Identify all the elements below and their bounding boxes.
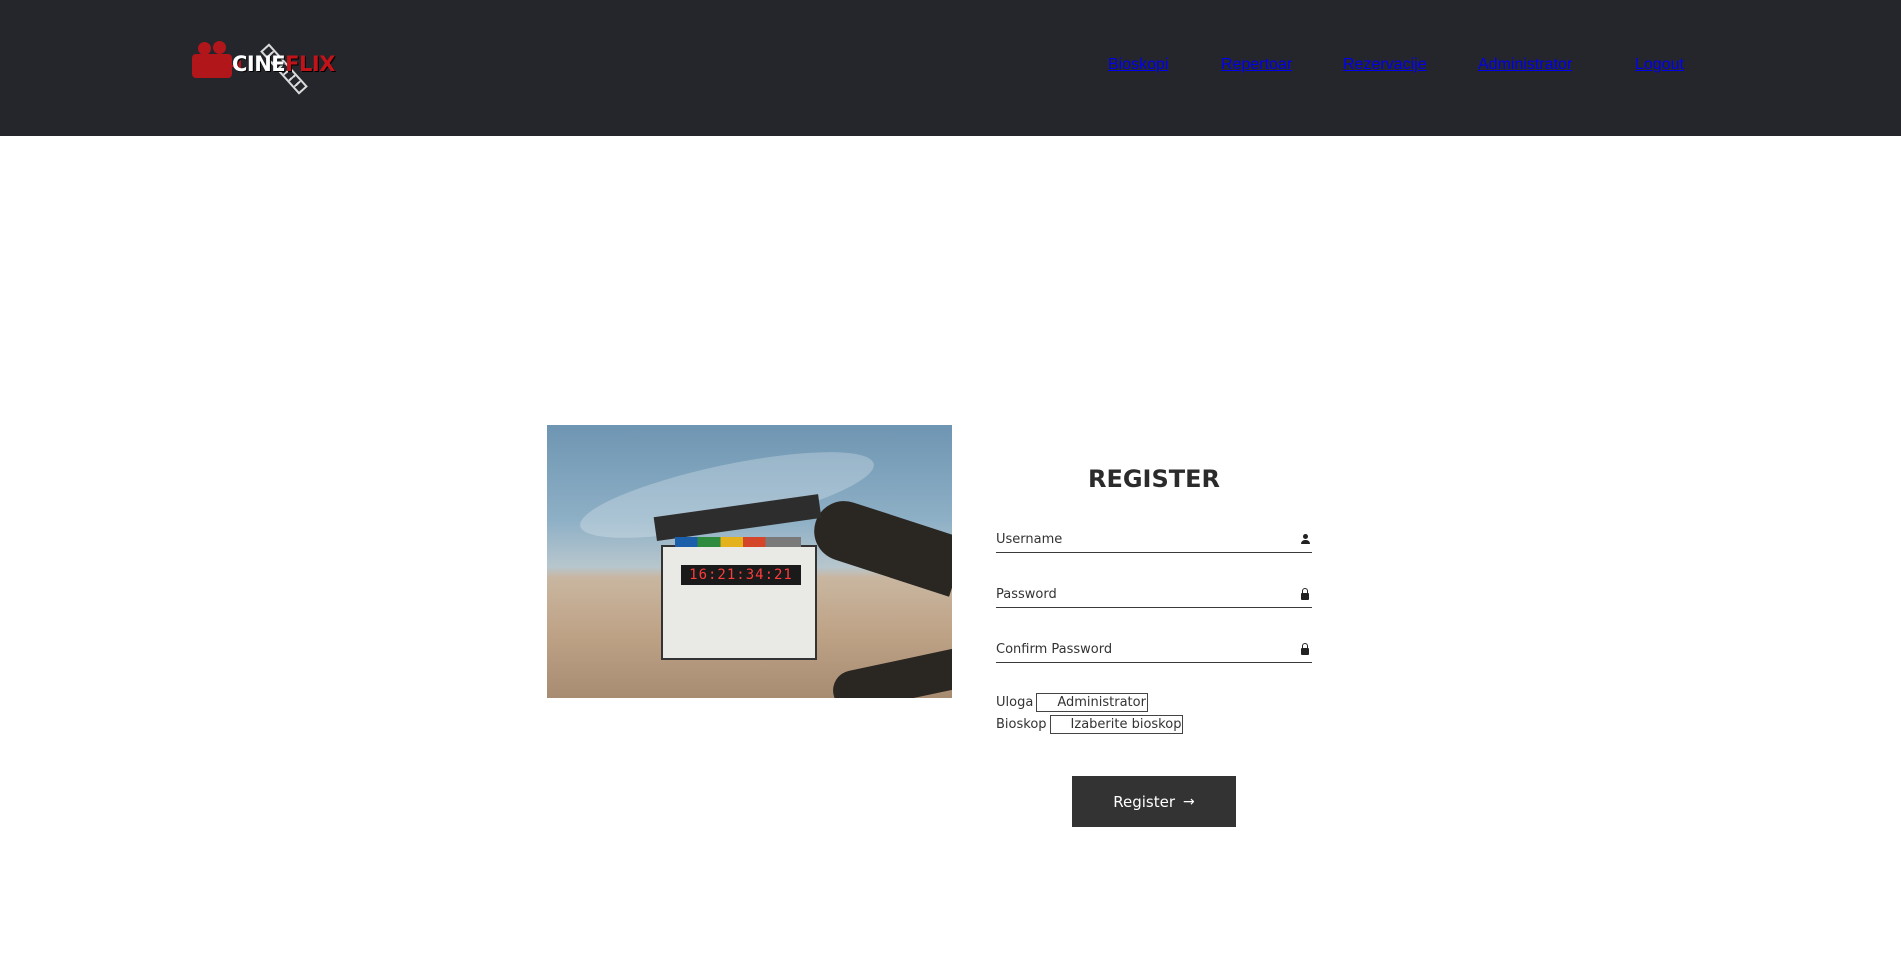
cineflix-logo[interactable]: CINEFLIX: [190, 38, 340, 95]
cinema-select[interactable]: Izaberite bioskop: [1049, 714, 1184, 734]
cinema-label: Bioskop: [996, 716, 1047, 732]
confirm-password-field: [996, 636, 1312, 663]
register-button-label: Register: [1113, 792, 1176, 811]
movie-camera-icon: [192, 42, 241, 78]
top-navbar: CINEFLIX Bioskopi Repertoar Rezervacije …: [0, 0, 1901, 136]
user-icon: [1300, 534, 1310, 544]
role-row: Uloga Administrator: [996, 692, 1148, 712]
nav-logout[interactable]: Logout: [1635, 56, 1684, 74]
confirm-password-input[interactable]: [996, 636, 1286, 662]
role-label: Uloga: [996, 694, 1034, 710]
form-title: REGISTER: [1087, 465, 1221, 493]
arrow-right-icon: →: [1183, 793, 1195, 810]
clapperboard-photo: 16:21:34:21: [547, 425, 952, 698]
clapper-timecode: 16:21:34:21: [681, 565, 801, 585]
nav-administrator[interactable]: Administrator: [1478, 56, 1572, 74]
password-field: [996, 581, 1312, 608]
username-field: [996, 526, 1312, 553]
logo-wordmark: CINEFLIX: [232, 52, 335, 76]
nav-bioskopi[interactable]: Bioskopi: [1108, 56, 1168, 74]
lock-icon: [1300, 588, 1310, 600]
lock-icon: [1300, 643, 1310, 655]
username-input[interactable]: [996, 526, 1286, 552]
nav-repertoar[interactable]: Repertoar: [1221, 56, 1292, 74]
password-input[interactable]: [996, 581, 1286, 607]
role-select[interactable]: Administrator: [1036, 692, 1148, 712]
register-button[interactable]: Register →: [1072, 776, 1236, 827]
nav-rezervacije[interactable]: Rezervacije: [1343, 56, 1427, 74]
cinema-row: Bioskop Izaberite bioskop: [996, 714, 1184, 734]
